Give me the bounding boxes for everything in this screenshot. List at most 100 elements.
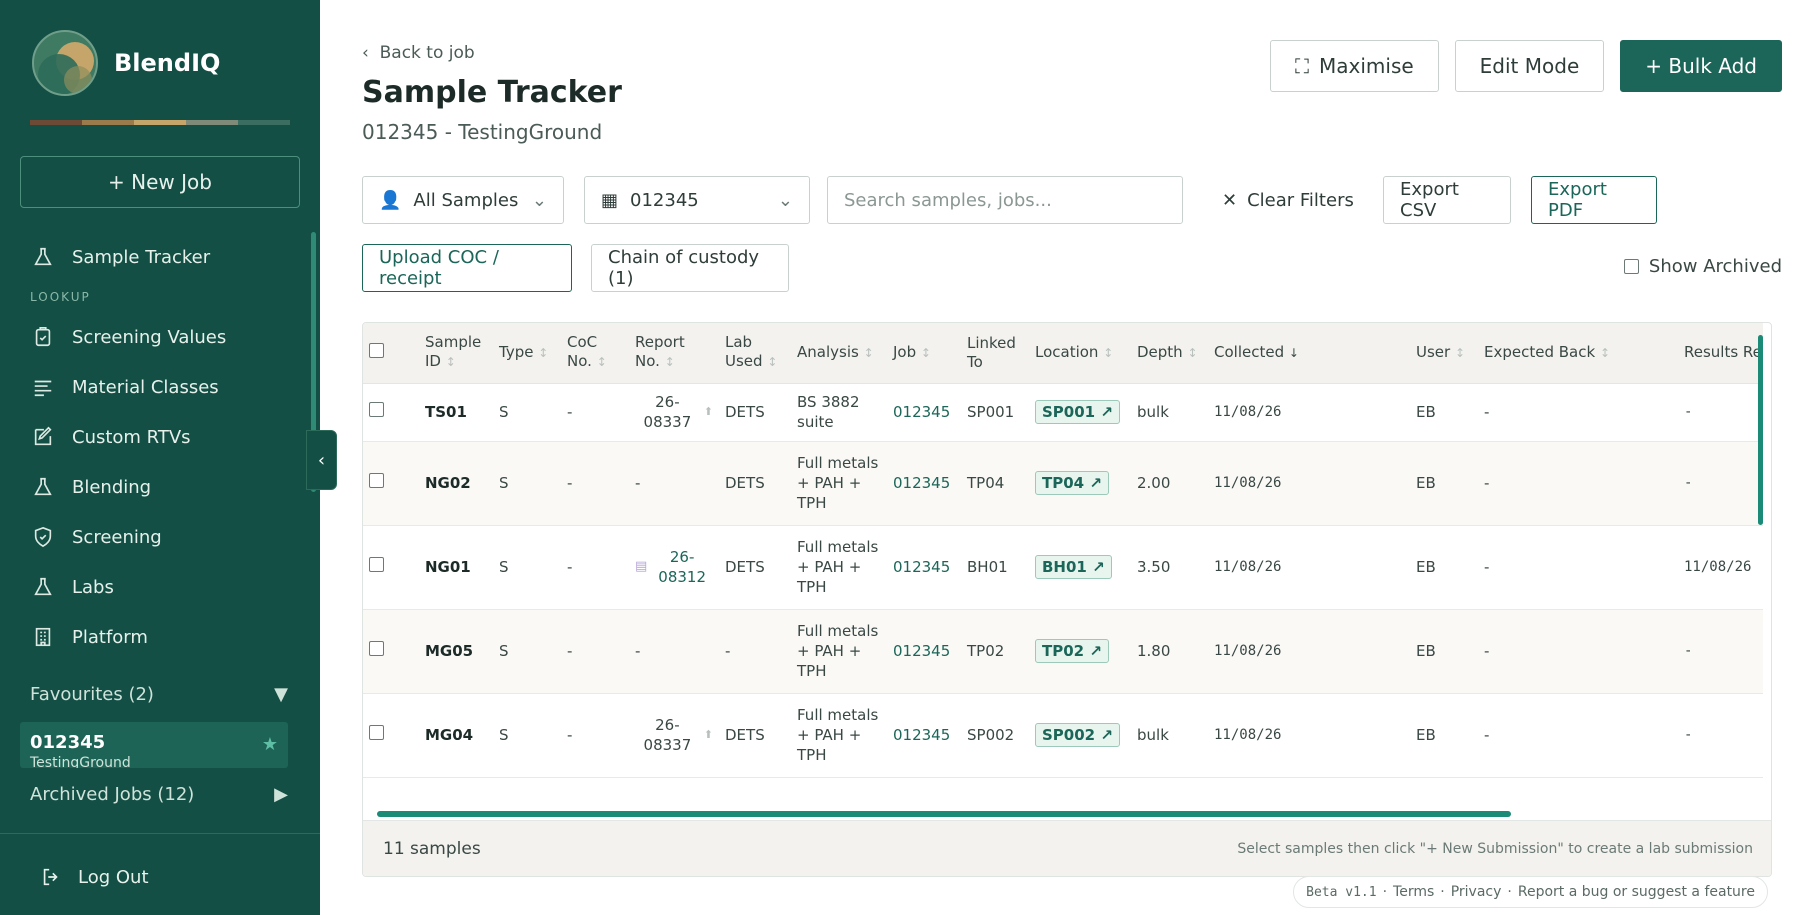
upload-coc-button[interactable]: Upload COC / receipt <box>362 244 572 292</box>
row-checkbox[interactable] <box>369 641 384 656</box>
table-row[interactable]: NG02 S - - DETS Full metals + PAH + TPH 012345… <box>363 441 1763 526</box>
clipboard-check-icon <box>35 327 51 347</box>
sidebar-item-custom-rtvs[interactable]: Custom RTVs <box>0 412 310 462</box>
table-row[interactable]: MG04 S -26-08337 ⬆ DETS Full metals + PAH + T… <box>363 693 1763 778</box>
sort-icon: ↕ <box>596 355 607 370</box>
row-select-cell[interactable] <box>363 609 419 694</box>
select-all-cell[interactable] <box>363 323 419 384</box>
col-lab-used[interactable]: Lab Used ↕ <box>719 323 791 384</box>
sidebar-item-blending[interactable]: Blending <box>0 462 310 512</box>
maximise-button[interactable]: ⛶ Maximise <box>1270 40 1439 92</box>
star-icon[interactable]: ★ <box>262 734 278 755</box>
sample-id-cell[interactable]: MG05 <box>419 609 493 694</box>
location-badge[interactable]: SP001 ↗ <box>1035 400 1120 424</box>
sort-icon: ↕ <box>1103 345 1114 360</box>
analysis-cell: Full metals + PAH + TPH <box>791 441 887 526</box>
sort-icon: ↕ <box>445 355 456 370</box>
row-checkbox[interactable] <box>369 725 384 740</box>
row-checkbox[interactable] <box>369 473 384 488</box>
col-report-no[interactable]: Report No. ↕ <box>629 323 719 384</box>
sidebar-item-sample-tracker[interactable]: Sample Tracker <box>0 232 310 282</box>
job-link[interactable]: 012345 <box>887 609 961 694</box>
edit-icon <box>34 426 52 446</box>
sample-id-cell[interactable]: MG04 <box>419 693 493 778</box>
table-vertical-scrollbar[interactable] <box>1758 335 1763 525</box>
row-select-cell[interactable] <box>363 525 419 610</box>
user-cell: EB <box>1410 609 1478 694</box>
sample-id-cell[interactable]: NG01 <box>419 525 493 610</box>
back-to-job-link[interactable]: ‹ Back to job <box>362 43 475 63</box>
table-footer: 11 samples Select samples then click "+ … <box>363 820 1771 876</box>
samples-filter-select[interactable]: 👤 All Samples ⌄ <box>362 176 564 224</box>
sidebar-item-platform[interactable]: Platform <box>0 612 310 662</box>
bulk-add-button[interactable]: + Bulk Add <box>1620 40 1782 92</box>
col-type[interactable]: Type ↕ <box>493 323 561 384</box>
sample-id-cell[interactable]: NG02 <box>419 441 493 526</box>
location-badge[interactable]: SP002 ↗ <box>1035 723 1120 747</box>
sidebar-item-screening[interactable]: Screening <box>0 512 310 562</box>
clear-filters-button[interactable]: ✕ Clear Filters <box>1222 176 1354 224</box>
row-select-cell[interactable] <box>363 383 419 442</box>
terms-link[interactable]: Terms <box>1393 884 1434 900</box>
sample-id-cell[interactable]: TS01 <box>419 383 493 442</box>
row-checkbox[interactable] <box>369 402 384 417</box>
col-linked-to[interactable]: Linked To <box>961 323 1029 384</box>
location-badge[interactable]: TP04 ↗ <box>1035 471 1109 495</box>
search-input[interactable] <box>827 176 1183 224</box>
job-link[interactable]: 012345 <box>887 441 961 526</box>
report-no-cell[interactable]: 26-08337 ⬆ <box>629 383 719 442</box>
col-results-received[interactable]: Results Rec <box>1678 323 1763 384</box>
export-pdf-button[interactable]: Export PDF <box>1531 176 1657 224</box>
page-subtitle: 012345 - TestingGround <box>362 120 603 144</box>
chain-of-custody-button[interactable]: Chain of custody (1) <box>591 244 789 292</box>
col-collected[interactable]: Collected ↓ <box>1208 323 1410 384</box>
job-link[interactable]: 012345 <box>887 383 961 442</box>
row-select-cell[interactable] <box>363 441 419 526</box>
col-job[interactable]: Job ↕ <box>887 323 961 384</box>
coc-no-cell: - <box>561 383 629 442</box>
sidebar-item-material-classes[interactable]: Material Classes <box>0 362 310 412</box>
col-depth[interactable]: Depth ↕ <box>1131 323 1208 384</box>
job-link[interactable]: 012345 <box>887 525 961 610</box>
show-archived-checkbox[interactable] <box>1623 259 1639 274</box>
edit-mode-button[interactable]: Edit Mode <box>1454 40 1605 92</box>
table-row[interactable]: NG01 S - ▤ 26-08312 DETS Full metals + PAH + T… <box>363 525 1763 610</box>
sidebar-item-labs[interactable]: Labs <box>0 562 310 612</box>
row-checkbox[interactable] <box>369 557 384 572</box>
favourites-toggle[interactable]: Favourites (2) ▼ <box>30 684 288 705</box>
brand[interactable]: BlendIQ <box>32 30 220 96</box>
show-archived-toggle[interactable]: Show Archived <box>1623 256 1782 277</box>
new-job-button[interactable]: + New Job <box>20 156 300 208</box>
col-expected-back[interactable]: Expected Back ↕ <box>1478 323 1678 384</box>
collected-cell: 11/08/26 <box>1208 609 1410 694</box>
col-coc-no[interactable]: CoC No. ↕ <box>561 323 629 384</box>
location-badge[interactable]: BH01 ↗ <box>1035 555 1112 579</box>
favourite-job-item[interactable]: 012345 TestingGround ★ <box>20 722 288 768</box>
row-select-cell[interactable] <box>363 693 419 778</box>
sidebar-item-label: Sample Tracker <box>72 246 211 268</box>
location-badge[interactable]: TP02 ↗ <box>1035 639 1109 663</box>
job-link[interactable]: 012345 <box>887 693 961 778</box>
logout-button[interactable]: Log Out <box>40 866 149 888</box>
sidebar-item-screening-values[interactable]: Screening Values <box>0 312 310 362</box>
select-all-checkbox[interactable] <box>369 342 384 358</box>
export-csv-button[interactable]: Export CSV <box>1383 176 1511 224</box>
list-icon <box>34 380 52 397</box>
table-row[interactable]: MG05 S - - - Full metals + PAH + TPH 012345 TP0… <box>363 609 1763 694</box>
samples-table: Sample ID ↕ Type ↕ CoC No. ↕ Report No. … <box>363 323 1763 778</box>
archived-jobs-toggle[interactable]: Archived Jobs (12) ▶ <box>30 784 288 805</box>
privacy-link[interactable]: Privacy <box>1451 884 1502 900</box>
col-sample-id[interactable]: Sample ID ↕ <box>419 323 493 384</box>
table-row[interactable]: TS01 S -26-08337 ⬆ DETS BS 3882 suite 012345 SP… <box>363 383 1763 442</box>
report-no-cell[interactable]: ▤ 26-08312 <box>629 525 719 610</box>
table-horizontal-scrollbar[interactable] <box>377 811 1511 817</box>
col-user[interactable]: User ↕ <box>1410 323 1478 384</box>
app-name: BlendIQ <box>114 49 221 77</box>
report-bug-link[interactable]: Report a bug or suggest a feature <box>1518 884 1755 900</box>
job-filter-select[interactable]: ▦ 012345 ⌄ <box>584 176 810 224</box>
collected-cell: 11/08/26 <box>1208 693 1410 778</box>
col-analysis[interactable]: Analysis ↕ <box>791 323 887 384</box>
report-no-cell[interactable]: 26-08337 ⬆ <box>629 693 719 778</box>
collapse-sidebar-button[interactable]: ‹ <box>306 430 337 490</box>
col-location[interactable]: Location ↕ <box>1029 323 1131 384</box>
